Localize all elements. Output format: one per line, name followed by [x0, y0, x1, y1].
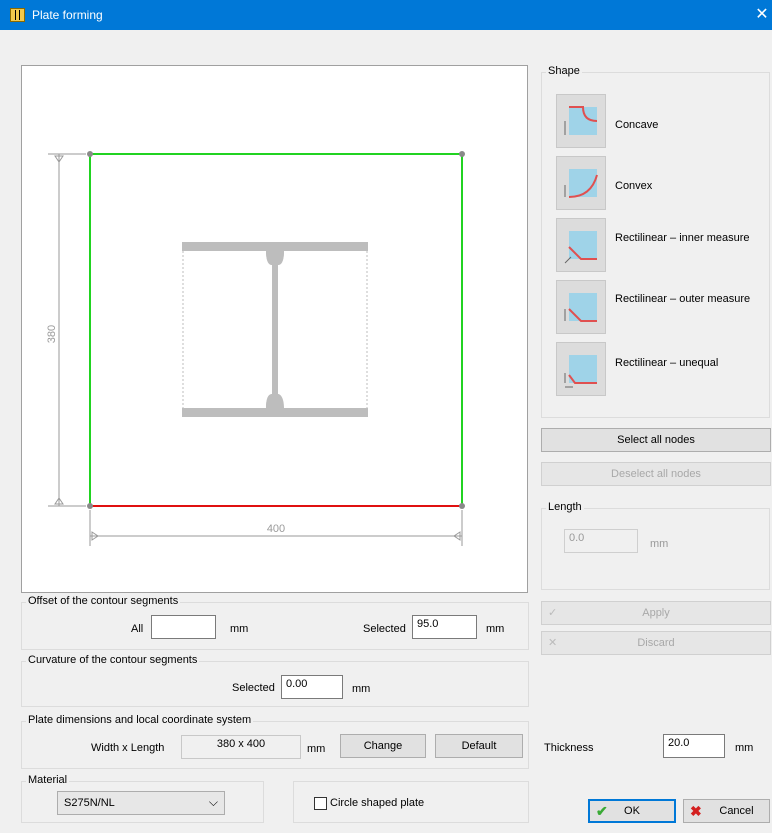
material-value: S275N/NL: [64, 797, 115, 809]
ok-label: OK: [624, 805, 640, 817]
ok-button[interactable]: ✔ OK: [588, 799, 676, 823]
apply-label: Apply: [642, 607, 670, 619]
shape-rect-outer-button[interactable]: [556, 280, 606, 334]
width-length-value: 380 x 400: [181, 735, 301, 759]
close-icon[interactable]: ✕: [752, 4, 772, 24]
curvature-selected-input[interactable]: 0.00: [281, 675, 343, 699]
default-button[interactable]: Default: [435, 734, 523, 758]
select-all-nodes-button[interactable]: Select all nodes: [541, 428, 771, 452]
circle-plate-label: Circle shaped plate: [330, 797, 425, 809]
plate-drawing-canvas[interactable]: 380 400: [21, 65, 528, 593]
material-legend: Material: [26, 774, 70, 786]
cancel-label: Cancel: [719, 805, 754, 817]
node-bottom-left: [87, 503, 93, 509]
plate-dimensions-legend: Plate dimensions and local coordinate sy…: [26, 714, 254, 726]
offset-selected-label: Selected: [363, 623, 406, 635]
curvature-legend: Curvature of the contour segments: [26, 654, 200, 666]
shape-rect-inner-button[interactable]: [556, 218, 606, 272]
node-top-right: [459, 151, 465, 157]
discard-button[interactable]: ✕ Discard: [541, 631, 771, 655]
title-bar: Plate forming ✕: [0, 0, 772, 30]
shape-concave-label: Concave: [615, 119, 659, 131]
cancel-x-icon: ✖: [690, 803, 702, 819]
shape-concave-button[interactable]: [556, 94, 606, 148]
dim-vertical-label: 380: [46, 325, 58, 343]
curvature-group: Curvature of the contour segments: [21, 654, 529, 707]
plate-drawing: 380 400: [46, 151, 465, 546]
discard-label: Discard: [637, 637, 675, 649]
offset-selected-input[interactable]: 95.0: [412, 615, 477, 639]
window-title: Plate forming: [32, 8, 103, 22]
curvature-unit: mm: [352, 683, 371, 695]
offset-selected-unit: mm: [486, 623, 505, 635]
offset-all-input[interactable]: [151, 615, 216, 639]
shape-rect-unequal-button[interactable]: [556, 342, 606, 396]
shape-legend: Shape: [546, 65, 582, 77]
node-top-left: [87, 151, 93, 157]
rectilinear-inner-icon: [564, 231, 597, 264]
check-icon: ✓: [548, 607, 558, 619]
shape-convex-label: Convex: [615, 180, 653, 192]
cancel-button[interactable]: ✖ Cancel: [683, 799, 770, 823]
deselect-all-nodes-button[interactable]: Deselect all nodes: [541, 462, 771, 486]
app-icon: [10, 8, 25, 22]
offset-legend: Offset of the contour segments: [26, 595, 181, 607]
width-length-label: Width x Length: [91, 742, 165, 754]
apply-button[interactable]: ✓ Apply: [541, 601, 771, 625]
rectilinear-unequal-icon: [564, 355, 597, 388]
length-legend: Length: [546, 501, 584, 513]
thickness-label: Thickness: [544, 742, 594, 754]
chevron-down-icon: ⌵: [208, 795, 218, 809]
thickness-input[interactable]: 20.0: [663, 734, 725, 758]
dim-horizontal-label: 400: [267, 523, 285, 535]
length-unit: mm: [650, 538, 669, 550]
discard-icon: ✕: [548, 637, 558, 649]
shape-convex-button[interactable]: [556, 156, 606, 210]
width-length-unit: mm: [307, 743, 326, 755]
concave-shape-icon: [564, 106, 598, 135]
shape-rect-unequal-label: Rectilinear – unequal: [615, 357, 719, 369]
offset-all-unit: mm: [230, 623, 249, 635]
convex-shape-icon: [564, 169, 598, 198]
rectilinear-outer-icon: [564, 293, 597, 322]
shape-rect-inner-label: Rectilinear – inner measure: [615, 232, 750, 244]
material-select[interactable]: S275N/NL ⌵: [57, 791, 225, 815]
length-input[interactable]: 0.0: [564, 529, 638, 553]
shape-rect-outer-label: Rectilinear – outer measure: [615, 293, 751, 305]
ok-check-icon: ✔: [596, 803, 608, 819]
change-button[interactable]: Change: [340, 734, 426, 758]
i-beam-section: [182, 242, 368, 417]
circle-plate-checkbox[interactable]: [314, 797, 327, 810]
node-bottom-right: [459, 503, 465, 509]
offset-all-label: All: [131, 623, 144, 635]
thickness-unit: mm: [735, 742, 754, 754]
curvature-selected-label: Selected: [232, 682, 275, 694]
